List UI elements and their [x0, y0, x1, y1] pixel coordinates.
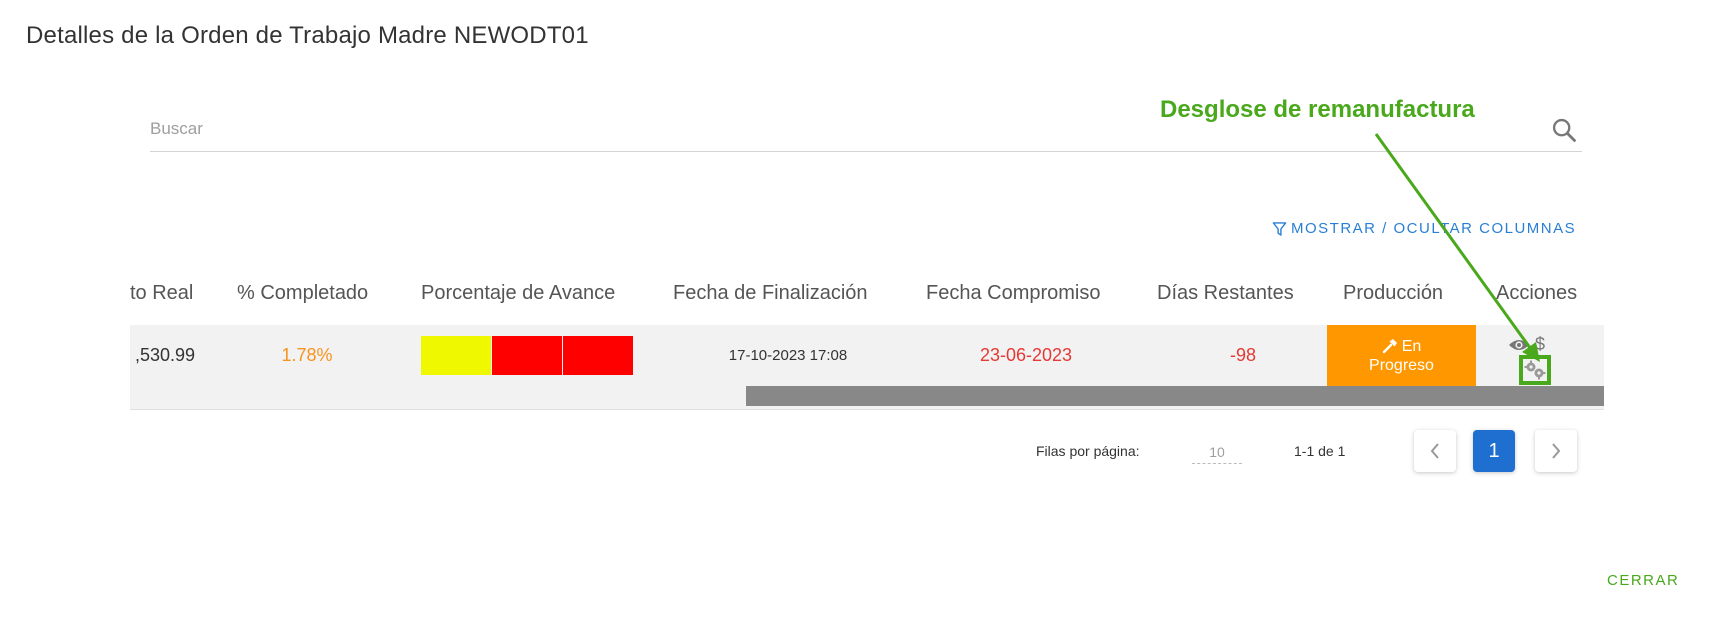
production-status-line2: Progreso [1369, 356, 1434, 374]
column-header-acciones: Acciones [1496, 282, 1578, 304]
previous-page-button[interactable] [1414, 430, 1456, 472]
cell-dias-restantes: -98 [1229, 345, 1256, 365]
orders-table: to Real % Completado Porcentaje de Avanc… [130, 268, 1604, 410]
column-header-dias-restantes[interactable]: Días Restantes [1157, 282, 1294, 305]
rows-per-page-label: Filas por página: [1036, 443, 1140, 459]
annotation-label: Desglose de remanufactura [1160, 96, 1475, 123]
dollar-icon[interactable]: $ [1535, 334, 1545, 355]
horizontal-scrollbar[interactable] [746, 386, 1604, 406]
next-page-button[interactable] [1535, 430, 1577, 472]
cell-fecha-compromiso: 23-06-2023 [979, 345, 1073, 365]
table-row: ,530.99 1.78% 17-10-2023 17:08 23-06-202… [130, 325, 1604, 410]
chevron-right-icon [1552, 443, 1561, 459]
search-icon[interactable] [1550, 116, 1578, 144]
column-header-fecha-finalizacion[interactable]: Fecha de Finalización [673, 282, 868, 305]
column-header-produccion[interactable]: Producción [1343, 282, 1443, 305]
progress-bar [421, 336, 634, 375]
gears-icon [1524, 360, 1546, 380]
column-header-fecha-compromiso[interactable]: Fecha Compromiso [926, 282, 1101, 305]
remanufacture-breakdown-button[interactable] [1519, 355, 1551, 385]
chevron-left-icon [1430, 443, 1439, 459]
progress-segment [492, 336, 562, 375]
column-header-porcentaje-avance[interactable]: Porcentaje de Avance [421, 282, 615, 305]
progress-segment [563, 336, 633, 375]
cell-fecha-finalizacion: 17-10-2023 17:08 [728, 347, 848, 364]
dialog-title: Detalles de la Orden de Trabajo Madre NE… [26, 22, 589, 49]
column-header-costo-real[interactable]: to Real [130, 282, 193, 305]
production-status-line1: En [1401, 337, 1422, 355]
column-header-completado[interactable]: % Completado [237, 282, 368, 305]
cell-completado: 1.78% [281, 345, 333, 365]
pagination: Filas por página: 10 1-1 de 1 1 [1030, 428, 1590, 476]
cell-costo-real: ,530.99 [134, 345, 196, 365]
filter-icon [1272, 221, 1287, 236]
dialog: Detalles de la Orden de Trabajo Madre NE… [0, 0, 1710, 617]
pagination-range: 1-1 de 1 [1294, 443, 1346, 459]
toggle-columns-label: MOSTRAR / OCULTAR COLUMNAS [1291, 220, 1577, 237]
toggle-columns-button[interactable]: MOSTRAR / OCULTAR COLUMNAS [1272, 220, 1576, 237]
close-button[interactable]: CERRAR [1607, 572, 1679, 589]
eye-icon[interactable] [1508, 337, 1530, 353]
production-status-button[interactable]: En Progreso [1327, 325, 1476, 386]
current-page-button[interactable]: 1 [1473, 430, 1515, 472]
rows-per-page-select[interactable]: 10 [1192, 444, 1242, 464]
hammer-icon [1382, 339, 1397, 354]
progress-segment [421, 336, 491, 375]
